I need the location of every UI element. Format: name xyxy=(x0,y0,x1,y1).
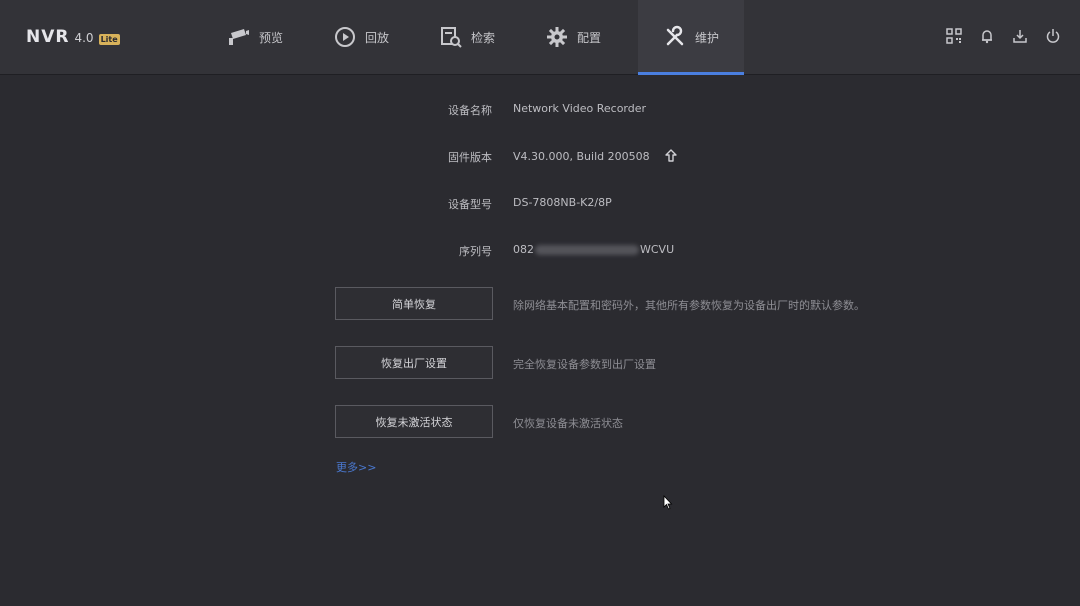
nav-label: 预览 xyxy=(258,30,283,45)
firmware-row: 固件版本 V4.30.000, Build 200508 xyxy=(0,149,1080,169)
top-bar: NVR 4.0 Lite 预览 回放 检索 配置 维护 xyxy=(0,0,1080,75)
device-name-value: Network Video Recorder xyxy=(513,102,647,115)
device-name-label: 设备名称 xyxy=(448,104,492,117)
firmware-value: V4.30.000, Build 200508 xyxy=(513,149,650,163)
firmware-label: 固件版本 xyxy=(448,151,492,164)
serial-value-prefix: 082 xyxy=(513,243,534,256)
nav-item-config[interactable]: 配置 xyxy=(520,0,626,74)
camera-icon xyxy=(227,25,251,49)
logo-edition-badge: Lite xyxy=(98,34,120,45)
model-label: 设备型号 xyxy=(448,198,492,211)
top-right-toolbar xyxy=(945,27,1062,45)
factory-reset-button[interactable]: 恢复出厂设置 xyxy=(335,346,493,379)
download-icon[interactable] xyxy=(1011,27,1029,45)
serial-row: 序列号 082 WCVU xyxy=(0,243,1080,263)
logo-version: 4.0 xyxy=(74,31,94,45)
bell-icon[interactable] xyxy=(978,27,996,45)
restore-inactive-desc: 仅恢复设备未激活状态 xyxy=(513,417,623,430)
nav-item-preview[interactable]: 预览 xyxy=(202,0,308,74)
power-icon[interactable] xyxy=(1044,27,1062,45)
logo: NVR 4.0 Lite xyxy=(26,27,120,47)
simple-restore-button[interactable]: 简单恢复 xyxy=(335,287,493,320)
model-row: 设备型号 DS-7808NB-K2/8P xyxy=(0,196,1080,216)
serial-value-suffix: WCVU xyxy=(640,243,675,256)
model-value: DS-7808NB-K2/8P xyxy=(513,196,612,209)
restore-inactive-button[interactable]: 恢复未激活状态 xyxy=(335,405,493,438)
upgrade-icon[interactable] xyxy=(664,149,678,163)
wrench-icon xyxy=(663,25,687,49)
serial-label: 序列号 xyxy=(459,245,492,258)
nav-label: 检索 xyxy=(470,30,495,45)
more-link[interactable]: 更多>> xyxy=(336,459,376,475)
factory-reset-desc: 完全恢复设备参数到出厂设置 xyxy=(513,358,656,371)
nav-item-playback[interactable]: 回放 xyxy=(308,0,414,74)
qrcode-icon[interactable] xyxy=(945,27,963,45)
mouse-cursor-icon xyxy=(663,495,673,510)
simple-restore-desc: 除网络基本配置和密码外，其他所有参数恢复为设备出厂时的默认参数。 xyxy=(513,299,865,312)
nav-label: 维护 xyxy=(694,30,719,45)
nav-item-maintenance[interactable]: 维护 xyxy=(638,0,744,75)
playback-icon xyxy=(333,25,357,49)
nav-label: 配置 xyxy=(576,30,601,45)
nav-item-search[interactable]: 检索 xyxy=(414,0,520,74)
gear-icon xyxy=(545,25,569,49)
device-name-row: 设备名称 Network Video Recorder xyxy=(0,102,1080,122)
logo-name: NVR xyxy=(26,27,70,47)
search-file-icon xyxy=(439,25,463,49)
serial-redacted xyxy=(535,244,639,255)
nav-label: 回放 xyxy=(364,30,389,45)
